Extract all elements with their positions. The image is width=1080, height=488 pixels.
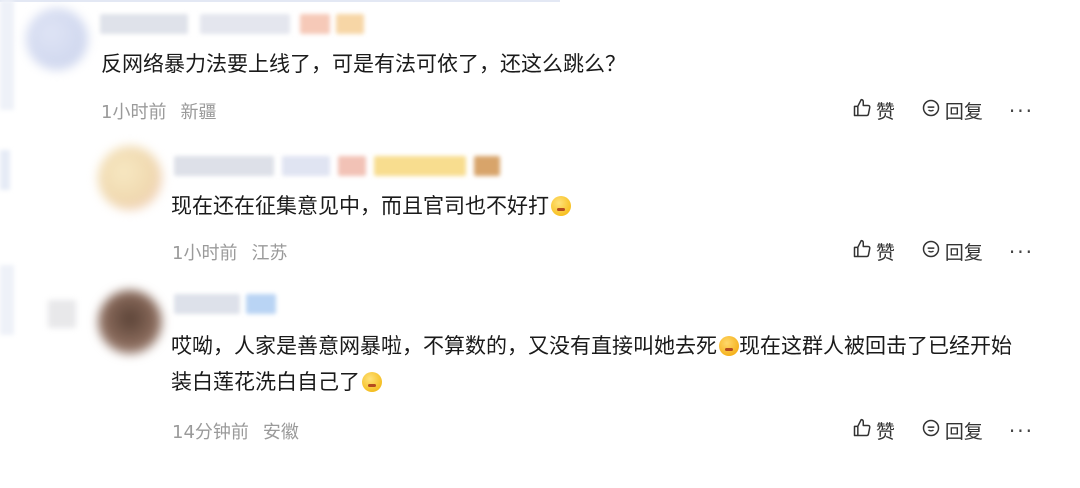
reply-label: 回复 bbox=[944, 242, 983, 264]
more-options-icon[interactable]: ··· bbox=[1009, 240, 1034, 264]
reply-button[interactable]: 回复 bbox=[921, 417, 983, 444]
comment-text: 哎呦，人家是善意网暴啦，不算数的，又没有直接叫她去死 现在这群人被回击了已经开始 … bbox=[171, 328, 1012, 400]
thumbs-up-icon bbox=[852, 239, 872, 264]
like-label: 赞 bbox=[875, 242, 895, 264]
comment-location: 江苏 bbox=[251, 243, 288, 264]
like-label: 赞 bbox=[875, 421, 895, 443]
comment-text-line2: 装白莲花洗白自己了 bbox=[171, 370, 360, 394]
comment-meta: 1小时前 江苏 bbox=[172, 239, 287, 265]
winking-tongue-emoji-icon bbox=[719, 336, 739, 356]
more-options-icon[interactable]: ··· bbox=[1009, 419, 1034, 443]
comment-text-body: 现在还在征集意见中，而且官司也不好打 bbox=[171, 194, 549, 218]
dizzy-face-emoji-icon bbox=[551, 196, 571, 216]
username-blurred[interactable] bbox=[174, 294, 240, 314]
thinking-face-emoji-icon bbox=[362, 372, 382, 392]
avatar[interactable] bbox=[98, 290, 162, 354]
comment-time: 14分钟前 bbox=[172, 422, 249, 443]
comment-item: 哎呦，人家是善意网暴啦，不算数的，又没有直接叫她去死 现在这群人被回击了已经开始 … bbox=[0, 0, 1080, 443]
like-button[interactable]: 赞 bbox=[852, 238, 895, 265]
comment-text-line1-rest: 现在这群人被回击了已经开始 bbox=[739, 334, 1012, 358]
reply-bubble-icon bbox=[921, 418, 941, 443]
reply-label: 回复 bbox=[944, 421, 983, 443]
edge-fragment bbox=[0, 265, 14, 335]
reply-bubble-icon bbox=[921, 239, 941, 264]
comment-actions: 赞 回复 ··· bbox=[852, 417, 1034, 444]
comment-actions: 赞 回复 ··· bbox=[852, 238, 1034, 265]
comment-text: 现在还在征集意见中，而且官司也不好打 bbox=[171, 188, 571, 224]
user-badge-blurred bbox=[246, 294, 276, 314]
blurred-fragment bbox=[48, 300, 76, 328]
comment-time: 1小时前 bbox=[172, 243, 238, 264]
comment-meta: 14分钟前 安徽 bbox=[172, 418, 299, 444]
thumbs-up-icon bbox=[852, 418, 872, 443]
like-button[interactable]: 赞 bbox=[852, 417, 895, 444]
reply-button[interactable]: 回复 bbox=[921, 238, 983, 265]
comment-text-line1: 哎呦，人家是善意网暴啦，不算数的，又没有直接叫她去死 bbox=[171, 334, 717, 358]
comment-location: 安徽 bbox=[262, 422, 299, 443]
